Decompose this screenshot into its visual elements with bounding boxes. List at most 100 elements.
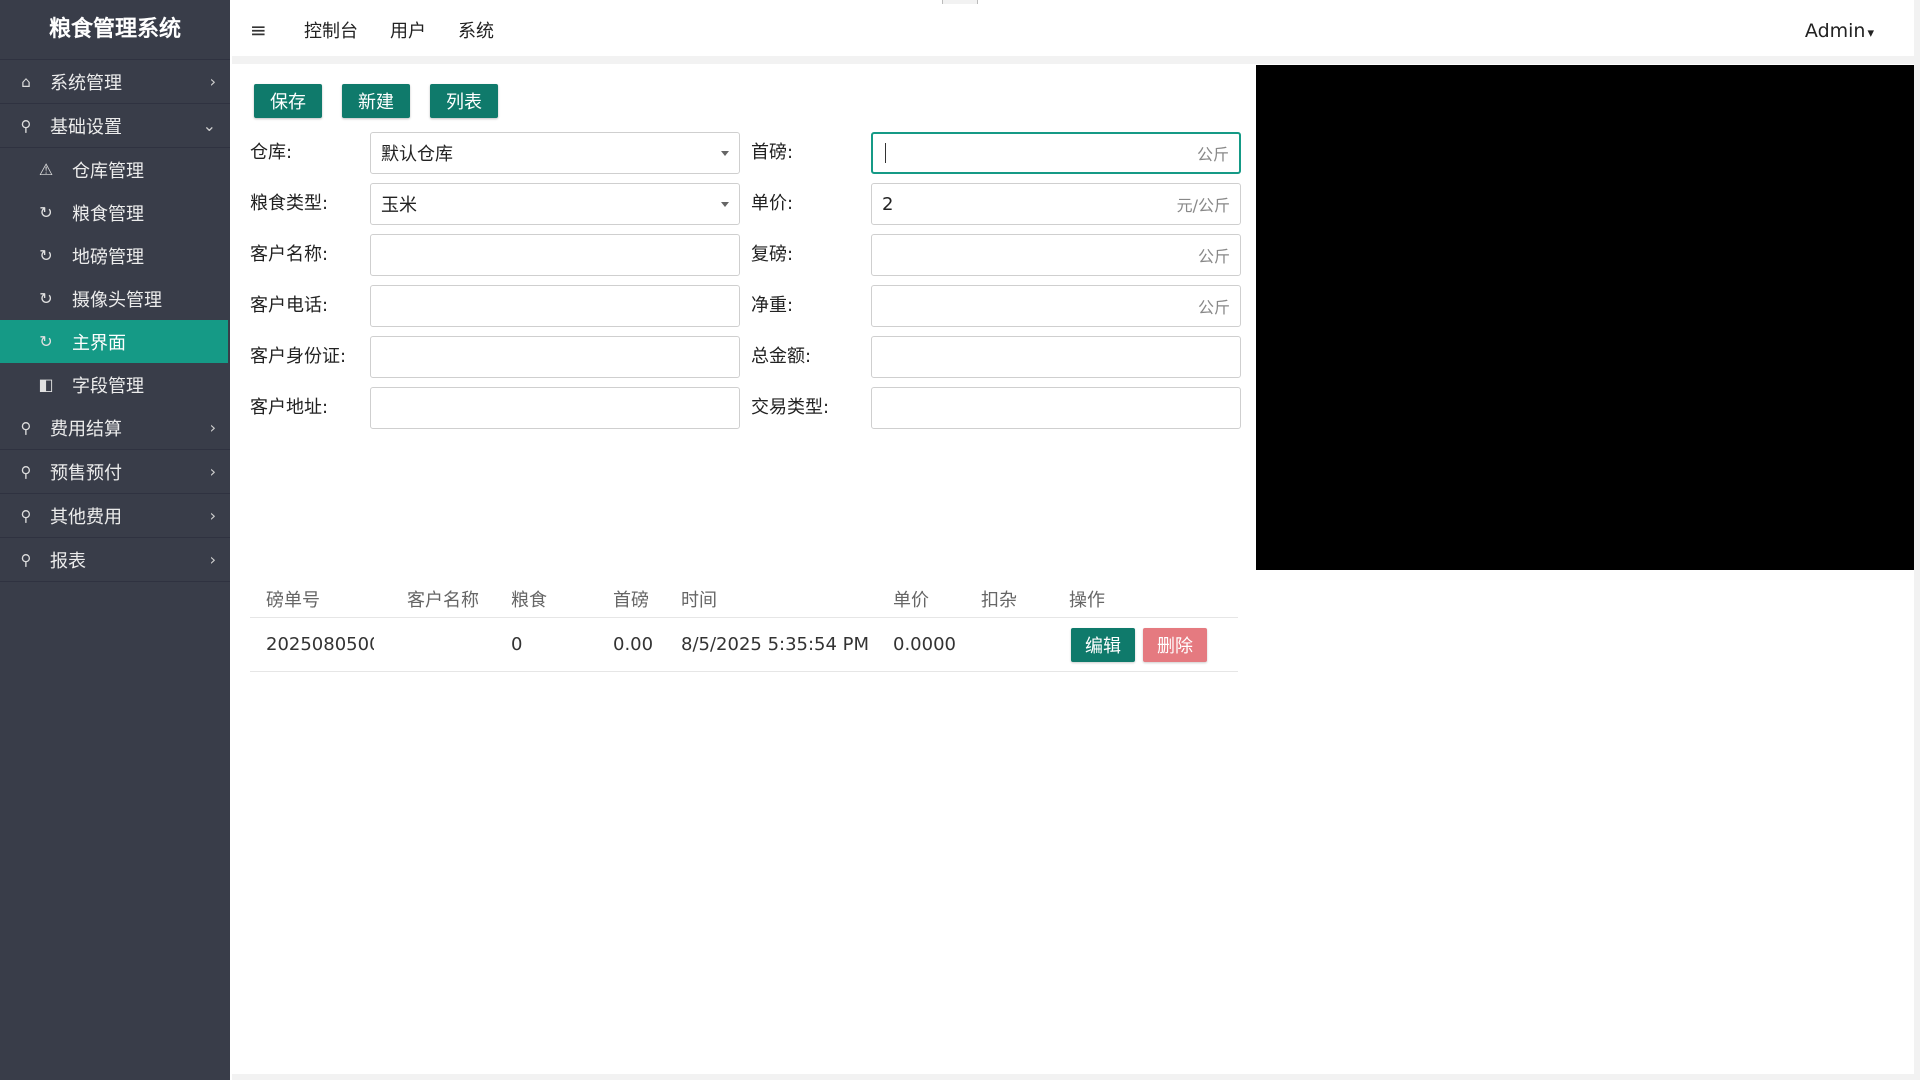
delete-button[interactable]: 删除 — [1143, 628, 1207, 662]
refresh-icon: ↻ — [39, 332, 53, 351]
second-weight-input[interactable]: 公斤 — [871, 234, 1241, 276]
table-header: 磅单号 客户名称 粮食 首磅 时间 单价 扣杂 操作 — [250, 576, 1238, 618]
column-header: 扣杂 — [981, 590, 1017, 611]
customer-phone-input[interactable] — [370, 285, 740, 327]
square-icon: ◧ — [38, 375, 54, 394]
app-title: 粮食管理系统 — [0, 0, 230, 60]
warning-icon: ⚠ — [38, 160, 54, 179]
nav-console[interactable]: 控制台 — [304, 17, 358, 43]
sidebar-item-camera[interactable]: ↻ 摄像头管理 — [0, 277, 230, 320]
warehouse-value: 默认仓库 — [381, 144, 453, 165]
refresh-icon: ↻ — [39, 246, 53, 265]
warehouse-select[interactable]: 默认仓库 — [370, 132, 740, 174]
sidebar-item-label: 摄像头管理 — [72, 289, 162, 311]
user-name: Admin — [1804, 20, 1866, 42]
pin-icon: ⚲ — [20, 418, 32, 437]
sidebar-group-label: 预售预付 — [50, 462, 122, 484]
chevron-down-icon: ▾ — [1867, 26, 1874, 41]
second-weight-unit: 公斤 — [1197, 247, 1230, 266]
toolbar: 保存 新建 列表 — [254, 84, 498, 118]
chevron-right-icon: › — [209, 550, 216, 569]
chevron-right-icon: › — [209, 418, 216, 437]
ticket-number-cell: 2025080500 — [266, 634, 374, 655]
sidebar-item-scale[interactable]: ↻ 地磅管理 — [0, 234, 230, 277]
sidebar-item-label: 粮食管理 — [72, 203, 144, 225]
time-cell: 8/5/2025 5:35:54 PM — [681, 634, 870, 655]
customer-address-label: 客户地址: — [250, 397, 329, 418]
sidebar-group-system[interactable]: ⌂ 系统管理 › — [0, 60, 230, 104]
records-table: 磅单号 客户名称 粮食 首磅 时间 单价 扣杂 操作 2025080500 0 … — [250, 576, 1238, 672]
column-header: 首磅 — [613, 590, 649, 611]
first-weight-label: 首磅: — [751, 142, 794, 163]
table-row: 2025080500 0 0.00 8/5/2025 5:35:54 PM 0.… — [250, 618, 1238, 672]
unit-price-unit: 元/公斤 — [1176, 196, 1230, 215]
user-menu[interactable]: Admin ▾ — [1805, 20, 1874, 42]
column-header: 单价 — [893, 590, 929, 611]
list-button[interactable]: 列表 — [430, 84, 498, 118]
net-weight-label: 净重: — [751, 295, 794, 316]
sidebar-group-presale[interactable]: ⚲ 预售预付 › — [0, 450, 230, 494]
sidebar-item-main[interactable]: ↻ 主界面 — [0, 320, 228, 363]
customer-address-input[interactable] — [370, 387, 740, 429]
right-border — [1914, 0, 1920, 1080]
sidebar-group-basic-settings[interactable]: ⚲ 基础设置 ⌄ — [0, 104, 230, 148]
sidebar: 粮食管理系统 ⌂ 系统管理 › ⚲ 基础设置 ⌄ ⚠ 仓库管理 ↻ 粮食管理 ↻… — [0, 0, 230, 1080]
customer-id-input[interactable] — [370, 336, 740, 378]
sidebar-group-label: 费用结算 — [50, 418, 122, 440]
unit-price-cell: 0.0000 — [893, 634, 956, 655]
grain-type-value: 玉米 — [381, 195, 417, 216]
pin-icon: ⚲ — [20, 462, 32, 481]
unit-price-label: 单价: — [751, 193, 794, 214]
customer-phone-label: 客户电话: — [250, 295, 329, 316]
sidebar-item-warehouse[interactable]: ⚠ 仓库管理 — [0, 148, 230, 191]
first-weight-input[interactable]: 公斤 — [871, 132, 1241, 174]
sidebar-group-label: 其他费用 — [50, 506, 122, 528]
first-weight-cell: 0.00 — [613, 634, 654, 655]
column-header: 粮食 — [511, 590, 547, 611]
camera-preview — [1256, 65, 1914, 570]
column-header: 磅单号 — [266, 590, 320, 611]
net-weight-unit: 公斤 — [1197, 298, 1230, 317]
sidebar-group-label: 基础设置 — [50, 116, 122, 138]
trade-type-label: 交易类型: — [751, 397, 830, 418]
sidebar-group-settlement[interactable]: ⚲ 费用结算 › — [0, 406, 230, 450]
column-header: 客户名称 — [407, 590, 479, 611]
trade-type-input[interactable] — [871, 387, 1241, 429]
nav-users[interactable]: 用户 — [390, 17, 426, 43]
total-amount-label: 总金额: — [751, 346, 812, 367]
chevron-right-icon: › — [209, 506, 216, 525]
customer-name-label: 客户名称: — [250, 244, 329, 265]
edit-button[interactable]: 编辑 — [1071, 628, 1135, 662]
pin-icon: ⚲ — [20, 506, 32, 525]
dropdown-caret-icon — [721, 201, 729, 207]
new-button[interactable]: 新建 — [342, 84, 410, 118]
unit-price-input[interactable]: 2 元/公斤 — [871, 183, 1241, 225]
sidebar-group-other-fees[interactable]: ⚲ 其他费用 › — [0, 494, 230, 538]
sidebar-group-reports[interactable]: ⚲ 报表 › — [0, 538, 230, 582]
sidebar-group-label: 报表 — [50, 550, 86, 572]
customer-name-input[interactable] — [370, 234, 740, 276]
text-cursor — [885, 143, 886, 163]
pin-icon: ⚲ — [20, 550, 32, 569]
sidebar-item-label: 字段管理 — [72, 375, 144, 397]
home-icon: ⌂ — [21, 72, 31, 91]
total-amount-input[interactable] — [871, 336, 1241, 378]
refresh-icon: ↻ — [39, 203, 53, 222]
pin-icon: ⚲ — [20, 116, 32, 135]
sidebar-group-label: 系统管理 — [50, 72, 122, 94]
customer-id-label: 客户身份证: — [250, 346, 347, 367]
sidebar-item-label: 仓库管理 — [72, 160, 144, 182]
sidebar-item-grain[interactable]: ↻ 粮食管理 — [0, 191, 230, 234]
net-weight-input[interactable]: 公斤 — [871, 285, 1241, 327]
first-weight-unit: 公斤 — [1196, 145, 1229, 164]
grain-type-select[interactable]: 玉米 — [370, 183, 740, 225]
grain-cell: 0 — [511, 634, 523, 655]
save-button[interactable]: 保存 — [254, 84, 322, 118]
bottom-border — [232, 1074, 1920, 1080]
warehouse-label: 仓库: — [250, 142, 293, 163]
sidebar-item-label: 地磅管理 — [72, 246, 144, 268]
sidebar-item-fields[interactable]: ◧ 字段管理 — [0, 363, 230, 406]
nav-system[interactable]: 系统 — [458, 17, 494, 43]
column-header: 操作 — [1069, 590, 1105, 611]
menu-toggle-icon[interactable]: ≡ — [250, 18, 272, 42]
